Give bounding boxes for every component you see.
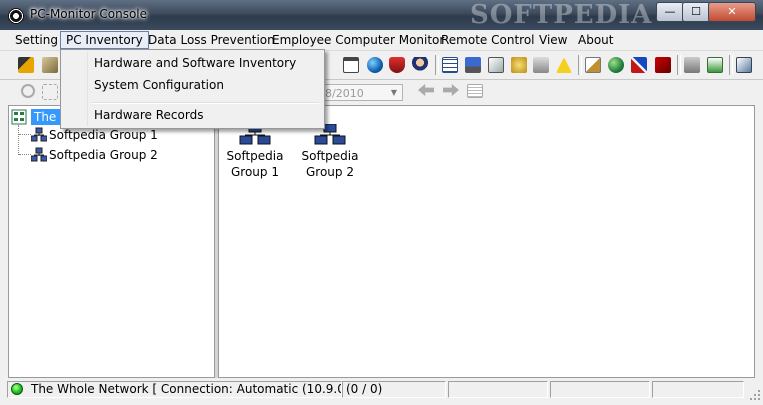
toolbar-separator bbox=[729, 55, 733, 75]
title-bar[interactable]: PC-Monitor Console SOFTPEDIA — ☐ ✕ bbox=[0, 0, 763, 31]
computer-group-icon bbox=[31, 147, 47, 162]
toolbar-separator bbox=[578, 55, 582, 75]
tree-connector bbox=[18, 125, 20, 155]
status-panel-empty bbox=[550, 381, 650, 398]
plug-icon[interactable] bbox=[631, 57, 647, 73]
group-tile-label-line: Group 1 bbox=[231, 165, 279, 179]
shield-icon[interactable] bbox=[389, 57, 405, 73]
date-value: 8/2010 bbox=[325, 87, 364, 100]
computer-icon[interactable] bbox=[465, 57, 481, 73]
menu-employee-computer-monitor[interactable]: Employee Computer Monitor bbox=[267, 32, 449, 48]
tree-item-label: Softpedia Group 1 bbox=[49, 128, 158, 142]
help-icon[interactable] bbox=[736, 57, 752, 73]
network-root-icon bbox=[11, 109, 27, 125]
window-title: PC-Monitor Console bbox=[30, 7, 148, 21]
resize-grip-icon[interactable] bbox=[749, 389, 761, 401]
group-tile-label-line: Softpedia bbox=[301, 149, 359, 163]
menu-pc-inventory[interactable]: PC Inventory bbox=[60, 31, 149, 49]
folder-icon[interactable] bbox=[684, 57, 700, 73]
network-tree[interactable]: The Whole Network Softpedia Group 1 Soft… bbox=[8, 105, 215, 378]
zoom-icon[interactable] bbox=[21, 84, 35, 98]
app-logo-icon bbox=[8, 8, 24, 24]
date-picker[interactable]: 8/2010 ▼ bbox=[321, 84, 403, 101]
watermark-text: SOFTPEDIA bbox=[470, 0, 653, 30]
chevron-down-icon[interactable]: ▼ bbox=[387, 86, 401, 99]
notes-icon[interactable] bbox=[585, 57, 601, 73]
toolbar-separator bbox=[677, 55, 681, 75]
printer-icon[interactable] bbox=[533, 57, 549, 73]
status-counts-panel: (0 / 0) bbox=[342, 381, 446, 398]
status-connection-panel: The Whole Network [ Connection: Automati… bbox=[7, 381, 342, 398]
menu-item-hardware-software-inventory[interactable]: Hardware and Software Inventory bbox=[63, 52, 322, 74]
group-tile-label: Softpedia Group 1 bbox=[219, 148, 291, 180]
menu-setting[interactable]: Setting bbox=[10, 32, 63, 48]
menu-item-hardware-records[interactable]: Hardware Records bbox=[63, 104, 322, 126]
tree-connector bbox=[19, 154, 31, 156]
calendar-icon[interactable] bbox=[467, 84, 483, 98]
document-icon[interactable] bbox=[488, 57, 504, 73]
tree-connector bbox=[19, 134, 31, 136]
fit-icon[interactable] bbox=[42, 84, 58, 100]
grid-view-icon[interactable] bbox=[442, 57, 458, 73]
arrow-left-icon[interactable] bbox=[418, 84, 434, 96]
users-settings-icon[interactable] bbox=[18, 57, 34, 73]
group-view: Softpedia Group 1 Softpedia Group 2 bbox=[218, 105, 755, 378]
warning-icon[interactable] bbox=[556, 57, 572, 73]
menu-bar: Setting PC Inventory Data Loss Preventio… bbox=[0, 30, 763, 51]
menu-view[interactable]: View bbox=[534, 32, 572, 48]
disconnect-icon[interactable] bbox=[655, 57, 671, 73]
menu-item-system-configuration[interactable]: System Configuration bbox=[63, 74, 322, 96]
status-counts: (0 / 0) bbox=[346, 382, 383, 396]
group-tile-label: Softpedia Group 2 bbox=[294, 148, 366, 180]
status-text: The Whole Network [ Connection: Automati… bbox=[31, 382, 341, 396]
globe-icon[interactable] bbox=[367, 57, 383, 73]
minimize-button[interactable]: — bbox=[656, 2, 684, 22]
menu-data-loss-prevention[interactable]: Data Loss Prevention bbox=[143, 32, 280, 48]
menu-remote-control[interactable]: Remote Control bbox=[436, 32, 540, 48]
connection-status-icon bbox=[11, 383, 23, 395]
close-button[interactable]: ✕ bbox=[708, 2, 756, 22]
window-icon[interactable] bbox=[343, 57, 359, 73]
maximize-button[interactable]: ☐ bbox=[682, 2, 710, 22]
group-tile-label-line: Softpedia bbox=[226, 149, 284, 163]
export-icon[interactable] bbox=[707, 57, 723, 73]
group-tile[interactable]: Softpedia Group 1 bbox=[219, 120, 291, 180]
menu-about[interactable]: About bbox=[573, 32, 618, 48]
toolbar-separator bbox=[435, 55, 439, 75]
computer-group-icon bbox=[31, 127, 47, 142]
pc-inventory-dropdown: Hardware and Software Inventory System C… bbox=[60, 49, 325, 129]
status-panel-empty bbox=[448, 381, 548, 398]
refresh-globe-icon[interactable] bbox=[608, 57, 624, 73]
status-panel-empty bbox=[652, 381, 744, 398]
tree-item-label: Softpedia Group 2 bbox=[49, 148, 158, 162]
network-icon[interactable] bbox=[511, 57, 527, 73]
house-icon[interactable] bbox=[42, 57, 58, 73]
user-icon[interactable] bbox=[412, 57, 428, 73]
status-bar: The Whole Network [ Connection: Automati… bbox=[0, 379, 763, 405]
arrow-right-icon[interactable] bbox=[443, 84, 459, 96]
group-tile[interactable]: Softpedia Group 2 bbox=[294, 120, 366, 180]
group-tile-label-line: Group 2 bbox=[306, 165, 354, 179]
